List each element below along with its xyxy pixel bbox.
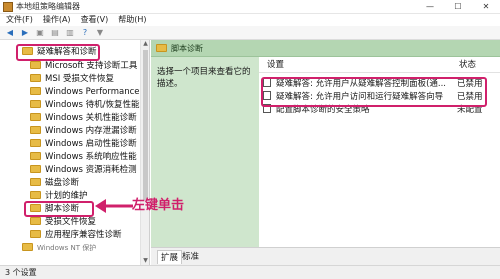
group-policy-app-icon [3, 2, 13, 12]
view-tabs: 扩展 标准 [151, 247, 500, 265]
tree-item[interactable]: Windows 内存泄漏诊断 [30, 125, 137, 138]
status-bar: 3 个设置 [0, 265, 500, 279]
tree-item[interactable]: Windows 待机/恢复性能 [30, 99, 140, 112]
highlight-box-script-diagnostics [24, 201, 94, 217]
column-header-state[interactable]: 状态 [459, 57, 476, 73]
folder-icon [30, 165, 41, 173]
menu-bar: 文件(F) 操作(A) 查看(V) 帮助(H) [0, 14, 500, 26]
highlight-box-policy-rows [261, 77, 487, 107]
annotation-text: 左键单击 [132, 198, 185, 213]
tree-item[interactable]: Windows 关机性能诊断 [30, 112, 137, 125]
folder-icon [30, 61, 41, 69]
tree-item[interactable]: Windows 系统响应性能 [30, 151, 137, 164]
export-list-icon[interactable]: ▥ [64, 28, 76, 38]
status-text: 3 个设置 [5, 268, 37, 277]
folder-icon [30, 126, 41, 134]
details-header: 脚本诊断 [151, 40, 500, 57]
menu-file[interactable]: 文件(F) [6, 14, 33, 26]
folder-icon [30, 87, 41, 95]
details-pane: 脚本诊断 选择一个项目来查看它的描述。 设置 状态 疑难解答: 允许用户从疑难解… [151, 40, 500, 265]
folder-icon [30, 217, 41, 225]
folder-icon [22, 243, 33, 251]
tree-item[interactable]: MSI 受损文件恢复 [30, 73, 114, 86]
window-controls: — ☐ ✕ [416, 0, 500, 14]
scroll-up-icon[interactable]: ▲ [141, 40, 149, 48]
folder-icon [156, 44, 167, 52]
title-bar: 本地组策略编辑器 — ☐ ✕ [0, 0, 500, 14]
folder-icon [30, 74, 41, 82]
menu-view[interactable]: 查看(V) [81, 14, 109, 26]
menu-help[interactable]: 帮助(H) [118, 14, 146, 26]
description-pane: 选择一个项目来查看它的描述。 [151, 57, 259, 247]
tree-item[interactable]: 磁盘诊断 [30, 177, 79, 190]
help-icon[interactable]: ? [79, 28, 91, 38]
tree-item[interactable]: Windows 资源消耗检测 [30, 164, 137, 177]
tree-item-cutoff[interactable]: Windows NT 保护 [22, 242, 96, 255]
folder-icon [30, 230, 41, 238]
minimize-button[interactable]: — [416, 0, 444, 14]
close-button[interactable]: ✕ [472, 0, 500, 14]
tree-item[interactable]: Windows Performance [30, 86, 140, 99]
tab-standard[interactable]: 标准 [179, 250, 202, 264]
details-header-title: 脚本诊断 [171, 44, 203, 53]
forward-arrow-icon[interactable]: ▶ [19, 28, 31, 38]
list-header: 设置 状态 [259, 57, 500, 73]
up-folder-icon[interactable]: ▣ [34, 28, 46, 38]
show-hide-tree-icon[interactable]: ▤ [49, 28, 61, 38]
maximize-button[interactable]: ☐ [444, 0, 472, 14]
column-header-setting[interactable]: 设置 [267, 57, 284, 73]
tree-pane[interactable]: 疑难解答和诊断 Microsoft 支持诊断工具 MSI 受损文件恢复 Wind… [0, 40, 150, 265]
folder-icon [30, 100, 41, 108]
folder-icon [30, 178, 41, 186]
menu-action[interactable]: 操作(A) [43, 14, 71, 26]
highlight-box-parent [16, 44, 100, 61]
scroll-down-icon[interactable]: ▼ [141, 257, 149, 265]
annotation-arrow-icon [95, 199, 133, 213]
folder-icon [30, 113, 41, 121]
tree-scrollbar[interactable]: ▲ ▼ [140, 40, 149, 265]
tree-item[interactable]: 应用程序兼容性诊断 [30, 229, 122, 242]
filter-icon[interactable]: ▼ [94, 28, 106, 38]
window-title: 本地组策略编辑器 [16, 2, 80, 11]
folder-icon [30, 139, 41, 147]
description-text: 选择一个项目来查看它的描述。 [157, 67, 251, 89]
folder-icon [30, 191, 41, 199]
tree-item[interactable]: 受损文件恢复 [30, 216, 96, 229]
toolbar: ◀ ▶ ▣ ▤ ▥ ? ▼ [0, 26, 500, 40]
folder-icon [30, 152, 41, 160]
tree-item[interactable]: Windows 启动性能诊断 [30, 138, 137, 151]
scroll-thumb[interactable] [143, 50, 148, 200]
back-arrow-icon[interactable]: ◀ [4, 28, 16, 38]
tree-item[interactable]: Microsoft 支持诊断工具 [30, 60, 137, 73]
